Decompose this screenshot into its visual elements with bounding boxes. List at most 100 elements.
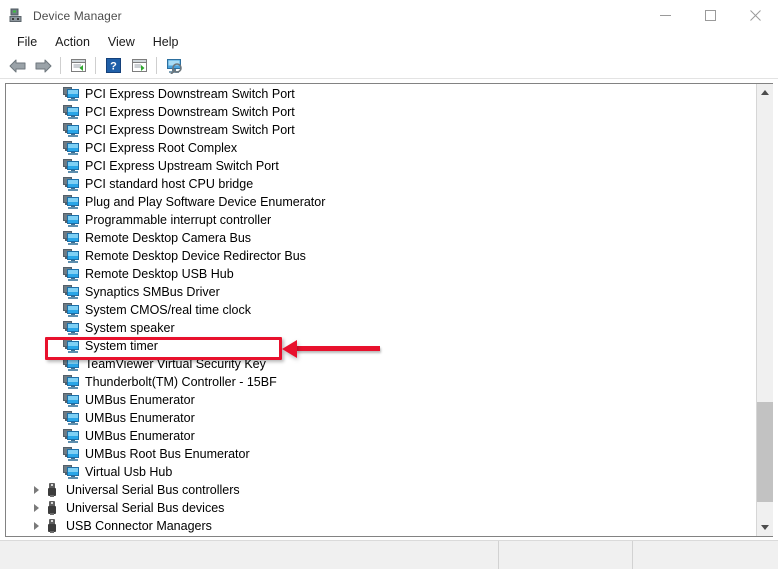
device-list-row[interactable]: System speaker [6,319,756,337]
device-icon [63,410,79,426]
toolbar-separator-2 [95,57,96,74]
close-button[interactable] [733,0,778,31]
device-icon [63,338,79,354]
device-list-row-label: System speaker [85,321,175,335]
device-list-row-label: PCI Express Downstream Switch Port [85,87,295,101]
device-icon [63,446,79,462]
device-icon [63,428,79,444]
chevron-right-icon [33,522,39,530]
scroll-down-icon [761,525,769,530]
maximize-button[interactable] [688,0,733,31]
device-list-row[interactable]: UMBus Enumerator [6,409,756,427]
device-list-row[interactable]: PCI Express Downstream Switch Port [6,121,756,139]
device-list-row-label: USB Connector Managers [66,519,212,533]
device-list-row[interactable]: Thunderbolt(TM) Controller - 15BF [6,373,756,391]
device-list-row-label: Thunderbolt(TM) Controller - 15BF [85,375,277,389]
device-list-row-label: Programmable interrupt controller [85,213,272,227]
device-list-row-label: UMBus Root Bus Enumerator [85,447,250,461]
scan-hardware-changes-button[interactable] [161,54,187,78]
device-icon [63,392,79,408]
device-list-row-label: UMBus Enumerator [85,393,195,407]
device-icon [63,284,79,300]
device-list-row[interactable]: Remote Desktop USB Hub [6,265,756,283]
device-list-row[interactable]: Virtual Usb Hub [6,463,756,481]
device-list-row[interactable]: Remote Desktop Camera Bus [6,229,756,247]
scroll-up-button[interactable] [757,84,773,101]
chevron-right-icon [33,486,39,494]
device-list-row-label: Virtual Usb Hub [85,465,173,479]
device-list-row[interactable]: System CMOS/real time clock [6,301,756,319]
device-icon [63,356,79,372]
device-list-row-label: Universal Serial Bus controllers [66,483,240,497]
device-list-row-label: Remote Desktop USB Hub [85,267,234,281]
update-driver-button[interactable] [126,54,152,78]
device-list-row[interactable]: Plug and Play Software Device Enumerator [6,193,756,211]
device-list-row-label: Universal Serial Bus devices [66,501,225,515]
status-bar [0,540,778,569]
device-icon [63,194,79,210]
device-icon [63,140,79,156]
device-list-row[interactable]: UMBus Enumerator [6,391,756,409]
device-icon [63,320,79,336]
device-list-row-label: PCI Express Downstream Switch Port [85,105,295,119]
expand-chevron-icon[interactable] [28,499,44,517]
menu-view[interactable]: View [99,34,144,51]
chevron-right-icon [33,504,39,512]
forward-button[interactable] [30,54,56,78]
device-list-row[interactable]: System timer [6,337,756,355]
scrollbar-track[interactable] [757,101,773,519]
expand-chevron-icon[interactable] [28,481,44,499]
status-segment-2 [498,541,632,569]
title-bar: Device Manager [0,0,778,31]
toolbar-separator-3 [156,57,157,74]
help-button[interactable]: ? [100,54,126,78]
device-list-row[interactable]: Universal Serial Bus controllers [6,481,756,499]
device-list-row[interactable]: PCI Express Downstream Switch Port [6,103,756,121]
device-list-row[interactable]: UMBus Enumerator [6,427,756,445]
toolbar: ? [0,53,778,79]
window-controls [643,0,778,31]
usb-icon [44,518,60,534]
properties-button[interactable] [65,54,91,78]
device-list-row-label: TeamViewer Virtual Security Key [85,357,266,371]
scrollbar-thumb[interactable] [757,401,773,503]
device-icon [63,176,79,192]
device-icon [63,212,79,228]
device-list-row-label: Synaptics SMBus Driver [85,285,220,299]
device-list-row-label: Remote Desktop Camera Bus [85,231,252,245]
device-icon [63,374,79,390]
menu-file[interactable]: File [8,34,46,51]
usb-icon [44,482,60,498]
device-list-row[interactable]: USB Connector Managers [6,517,756,535]
menu-action[interactable]: Action [46,34,99,51]
device-list-row[interactable]: PCI Express Downstream Switch Port [6,85,756,103]
device-list-row[interactable]: PCI Express Upstream Switch Port [6,157,756,175]
device-list-row-label: PCI standard host CPU bridge [85,177,254,191]
scroll-down-button[interactable] [757,519,773,536]
device-icon [63,158,79,174]
menu-help[interactable]: Help [144,34,188,51]
device-list-row-label: System timer [85,339,158,353]
device-list-row[interactable]: Remote Desktop Device Redirector Bus [6,247,756,265]
device-list-row[interactable]: Synaptics SMBus Driver [6,283,756,301]
device-manager-icon [9,8,25,24]
device-list-row[interactable]: PCI standard host CPU bridge [6,175,756,193]
device-list-row[interactable]: Programmable interrupt controller [6,211,756,229]
vertical-scrollbar[interactable] [756,84,773,536]
device-tree[interactable]: PCI Express Downstream Switch Port PCI Ex… [6,84,756,536]
device-manager-window: Device Manager File Action View Help ? P… [0,0,778,569]
device-list-row[interactable]: TeamViewer Virtual Security Key [6,355,756,373]
device-icon [63,266,79,282]
back-button[interactable] [4,54,30,78]
device-icon [63,464,79,480]
expand-chevron-icon[interactable] [28,517,44,535]
device-icon [63,104,79,120]
device-list-row[interactable]: PCI Express Root Complex [6,139,756,157]
device-list-row-label: Plug and Play Software Device Enumerator [85,195,326,209]
device-list-row[interactable]: Universal Serial Bus devices [6,499,756,517]
device-list-row[interactable]: UMBus Root Bus Enumerator [6,445,756,463]
device-icon [63,122,79,138]
status-main [0,541,498,569]
minimize-button[interactable] [643,0,688,31]
svg-text:?: ? [110,61,117,73]
